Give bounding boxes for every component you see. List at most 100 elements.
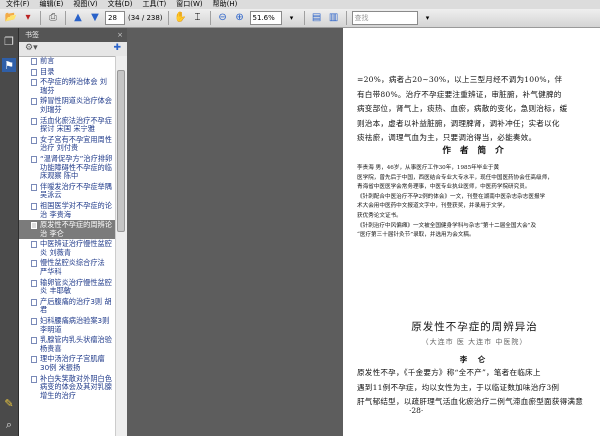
comments-icon[interactable]: ✎ xyxy=(2,396,16,410)
bookmark-icon xyxy=(31,202,37,210)
bookmark-icon xyxy=(31,183,37,191)
toolbar-divider xyxy=(65,11,66,25)
bookmark-item[interactable]: 原发性不孕症的周辨论治 李仑 xyxy=(19,220,115,240)
bookmark-icon xyxy=(31,79,37,87)
bookmarks-panel: 书签 × ⚙▾ ✚ 前言目录 不孕症的辨治体会 刘瑞芬 辨冒性阴道炎治疗体会 刘瑞芬… xyxy=(19,28,128,436)
bookmark-icon xyxy=(31,375,37,383)
document-background xyxy=(127,28,343,436)
search-dropdown-icon[interactable]: ▾ xyxy=(421,11,435,25)
bookmark-icon xyxy=(31,222,37,230)
previous-page-icon[interactable]: ▲ xyxy=(71,11,85,25)
panel-title: 书签 xyxy=(25,31,39,39)
toolbar-divider xyxy=(209,11,211,25)
panel-toolbar: ⚙▾ ✚ xyxy=(19,42,127,57)
panel-close-icon[interactable]: × xyxy=(117,28,123,42)
bookmark-list: 前言目录 不孕症的辨治体会 刘瑞芬 辨冒性阴道炎治疗体会 刘瑞芬 活血化瘀法治疗不孕症… xyxy=(19,56,115,436)
toolbar-divider xyxy=(303,11,305,25)
bookmark-item[interactable]: 不孕症的辨治体会 刘瑞芬 xyxy=(19,77,115,96)
bookmark-label: 不孕症的辨治体会 刘瑞芬 xyxy=(40,77,107,95)
zoom-out-icon[interactable]: ⊖ xyxy=(216,11,230,25)
toolbar-divider xyxy=(167,11,169,25)
new-bookmark-icon[interactable]: ✚ xyxy=(113,43,121,53)
bookmark-item[interactable]: 妇科腰痛病治验案3则 李明道 xyxy=(19,316,115,335)
paragraph-top: =20%，病者占20~30%，以上三型月经不调为100%，伴 有白带80%。治疗不… xyxy=(357,73,592,146)
zoom-input[interactable]: 51.6% xyxy=(249,11,282,25)
menu-file[interactable]: 文件(F) xyxy=(2,0,34,9)
bookmark-label: 输卵管炎治疗慢性盆腔炎 丰耶敏 xyxy=(40,277,112,296)
menu-help[interactable]: 帮助(H) xyxy=(209,0,242,9)
bookmark-item[interactable]: 慢性盆腔炎综合疗法 严华科 xyxy=(19,258,115,277)
bookmark-item[interactable]: 中医辨证治疗慢性盆腔炎 刘薇青 xyxy=(19,239,115,258)
bookmark-label: 伴嗳发治疗不孕症举隅 吴泳云 xyxy=(40,181,112,200)
bookmark-label: 中医辨证治疗慢性盆腔炎 刘薇青 xyxy=(40,239,112,257)
bookmarks-icon[interactable]: ⚑ xyxy=(2,58,16,72)
text-line: 则治本，虚者以补益脏腑，调理脾肾，调补冲任；实者以化 xyxy=(357,118,560,128)
navigation-strip: ❐ ⚑ ✎ ⌕ xyxy=(0,28,19,436)
zoom-in-icon[interactable]: ⊕ xyxy=(233,11,247,25)
bookmark-item[interactable]: 前言 xyxy=(19,56,115,67)
next-page-icon[interactable]: ▼ xyxy=(88,11,102,25)
bookmark-item[interactable]: 活血化瘀法治疗不孕症探讨 宋国 宋宁雅 xyxy=(19,116,115,135)
fit-page-icon[interactable]: ▤ xyxy=(310,11,324,25)
text-line: 遇到11例不孕症，均以女性为主，于以临证数加味治疗3例 xyxy=(357,382,560,392)
menu-bar: 文件(F) 编辑(E) 视图(V) 文档(D) 工具(T) 窗口(W) 帮助(H… xyxy=(0,0,600,9)
bookmark-label: 原发性不孕症的周辨论治 李仑 xyxy=(40,220,112,238)
toolbar-divider xyxy=(345,11,347,25)
hand-tool-icon[interactable]: ✋ xyxy=(174,11,188,25)
section-heading: 李 仑 xyxy=(459,355,490,364)
bookmark-label: 产后腹痛的治疗3则 胡君 xyxy=(40,296,112,315)
bookmark-scrollbar[interactable] xyxy=(115,56,127,436)
bookmark-label: 女子宫有不孕宜用周性治疗 刘付贵 xyxy=(40,134,112,153)
bookmark-icon xyxy=(31,279,37,287)
bookmark-item[interactable]: 女子宫有不孕宜用周性治疗 刘付贵 xyxy=(19,135,115,154)
pages-icon[interactable]: ❐ xyxy=(2,34,16,48)
menu-view[interactable]: 视图(V) xyxy=(69,0,101,9)
bookmark-item[interactable]: 目录 xyxy=(19,67,115,78)
chapter-title: 原发性不孕症的周辨异治 xyxy=(411,321,538,333)
bookmark-label: 慢性盆腔炎综合疗法 严华科 xyxy=(40,258,105,277)
menu-window[interactable]: 窗口(W) xyxy=(172,0,206,9)
bookmark-label: “温肾促孕方”治疗排卵功能障碍性不孕症的临床观察 陈中 xyxy=(40,153,113,181)
bookmark-item[interactable]: 乳腺管内乳头状瘤治验 杨贵喜 xyxy=(19,335,115,354)
select-tool-icon[interactable]: ⌶ xyxy=(191,11,205,25)
bio-line: 医学院，曾先后于中国，西医结合专业大专水平，现任中国医药协会任高级师， xyxy=(357,174,553,181)
bookmark-label: 前言 xyxy=(40,56,55,65)
search-input[interactable]: 查找 xyxy=(351,11,418,25)
panel-header: 书签 × xyxy=(19,28,127,42)
text-line: 病变部位，肾气上，痰热、血瘀，病散的变化，急则治标，缓 xyxy=(357,104,568,113)
author-bio: 李贵海 男，46岁，从事医疗工作30年，1985年毕业于黄医学院，曾先后于中国，… xyxy=(357,164,592,241)
bookmark-icon xyxy=(31,117,37,125)
bookmark-item[interactable]: 补白失笑散对外阴白色病变的体会及其对乳腺增生的治疗 xyxy=(19,374,115,402)
bookmark-label: 活血化瘀法治疗不孕症探讨 宋国 宋宁雅 xyxy=(40,115,112,134)
menu-tools[interactable]: 工具(T) xyxy=(139,0,171,9)
bio-line: 李贵海 男，46岁，从事医疗工作30年，1985年毕业于黄 xyxy=(357,165,500,171)
menu-document[interactable]: 文档(D) xyxy=(104,0,137,9)
bookmark-icon xyxy=(31,68,37,76)
bookmark-item[interactable]: “温肾促孕方”治疗排卵功能障碍性不孕症的临床观察 陈中 xyxy=(19,154,115,182)
bookmark-item[interactable]: 产后腹痛的治疗3则 胡君 xyxy=(19,297,115,316)
zoom-dropdown-icon[interactable]: ▾ xyxy=(285,11,299,25)
open-file-icon[interactable]: 📂 xyxy=(4,11,18,25)
menu-edit[interactable]: 编辑(E) xyxy=(36,0,68,9)
page-number-input[interactable]: 28 xyxy=(105,11,125,25)
bookmark-label: 妇科腰痛病治验案3则 李明道 xyxy=(40,316,110,334)
scrollbar-thumb[interactable] xyxy=(117,70,125,232)
bookmark-item[interactable]: 伴嗳发治疗不孕症举隅 吴泳云 xyxy=(19,182,115,201)
bookmark-label: 补白失笑散对外阴白色病变的体会及其对乳腺增生的治疗 xyxy=(40,373,112,400)
toolbar: 📂 ▾ ⎙ ▲ ▼ 28 (34 / 238) ✋ ⌶ ⊖ ⊕ 51.6% ▾ … xyxy=(0,9,600,28)
toolbar-divider xyxy=(40,11,41,25)
create-pdf-icon[interactable]: ▾ xyxy=(21,11,35,25)
bio-line: 青海省中医医学会常务理事，中医专业执业医师，中医药学院研究员。 xyxy=(357,184,531,191)
bookmark-item[interactable]: 理中汤治疗子宫肌瘤30例 米振扬 xyxy=(19,354,115,373)
author-heading: 作 者 简 介 xyxy=(442,146,507,156)
bookmark-item[interactable]: 祖国医学对不孕症的论治 李贵海 xyxy=(19,201,115,220)
bookmark-item[interactable]: 输卵管炎治疗慢性盆腔炎 丰耶敏 xyxy=(19,278,115,297)
bio-line: 获优秀论文证书。 xyxy=(357,212,402,219)
attachments-icon[interactable]: ⌕ xyxy=(2,418,16,432)
document-page: =20%，病者占20~30%，以上三型月经不调为100%，伴 有白带80%。治疗不… xyxy=(343,28,600,436)
print-icon[interactable]: ⎙ xyxy=(46,11,60,25)
fit-width-icon[interactable]: ▥ xyxy=(327,11,341,25)
bookmark-item[interactable]: 辨冒性阴道炎治疗体会 刘瑞芬 xyxy=(19,96,115,115)
options-icon[interactable]: ⚙▾ xyxy=(25,43,38,53)
text-line: 原发性不孕，《千金要方》称“全不产”，笔者在临床上 xyxy=(357,368,541,377)
